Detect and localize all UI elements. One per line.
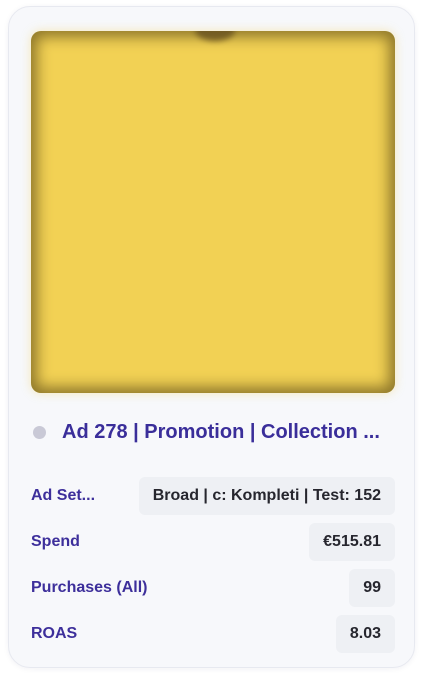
metric-value: €515.81 [309, 523, 395, 561]
metric-row-ad-set: Ad Set... Broad | c: Kompleti | Test: 15… [31, 477, 395, 515]
ad-thumbnail[interactable] [31, 31, 395, 393]
metric-row-purchases: Purchases (All) 99 [31, 569, 395, 607]
metric-label: ROAS [31, 625, 78, 642]
metric-label: Purchases (All) [31, 579, 148, 596]
metric-value: 99 [349, 569, 395, 607]
ad-title-row: Ad 278 | Promotion | Collection ... [31, 421, 403, 444]
metric-label: Spend [31, 533, 80, 550]
thumbnail-shadow-detail [195, 31, 235, 41]
metric-value: Broad | c: Kompleti | Test: 152 [138, 477, 395, 515]
status-dot-icon [33, 426, 46, 439]
metric-row-roas: ROAS 8.03 [31, 615, 395, 653]
metric-value: 8.03 [335, 615, 395, 653]
metric-label: Ad Set... [31, 487, 96, 504]
ad-card[interactable]: Ad 278 | Promotion | Collection ... Ad S… [8, 6, 415, 668]
metric-row-spend: Spend €515.81 [31, 523, 395, 561]
ad-title[interactable]: Ad 278 | Promotion | Collection ... [62, 421, 403, 444]
